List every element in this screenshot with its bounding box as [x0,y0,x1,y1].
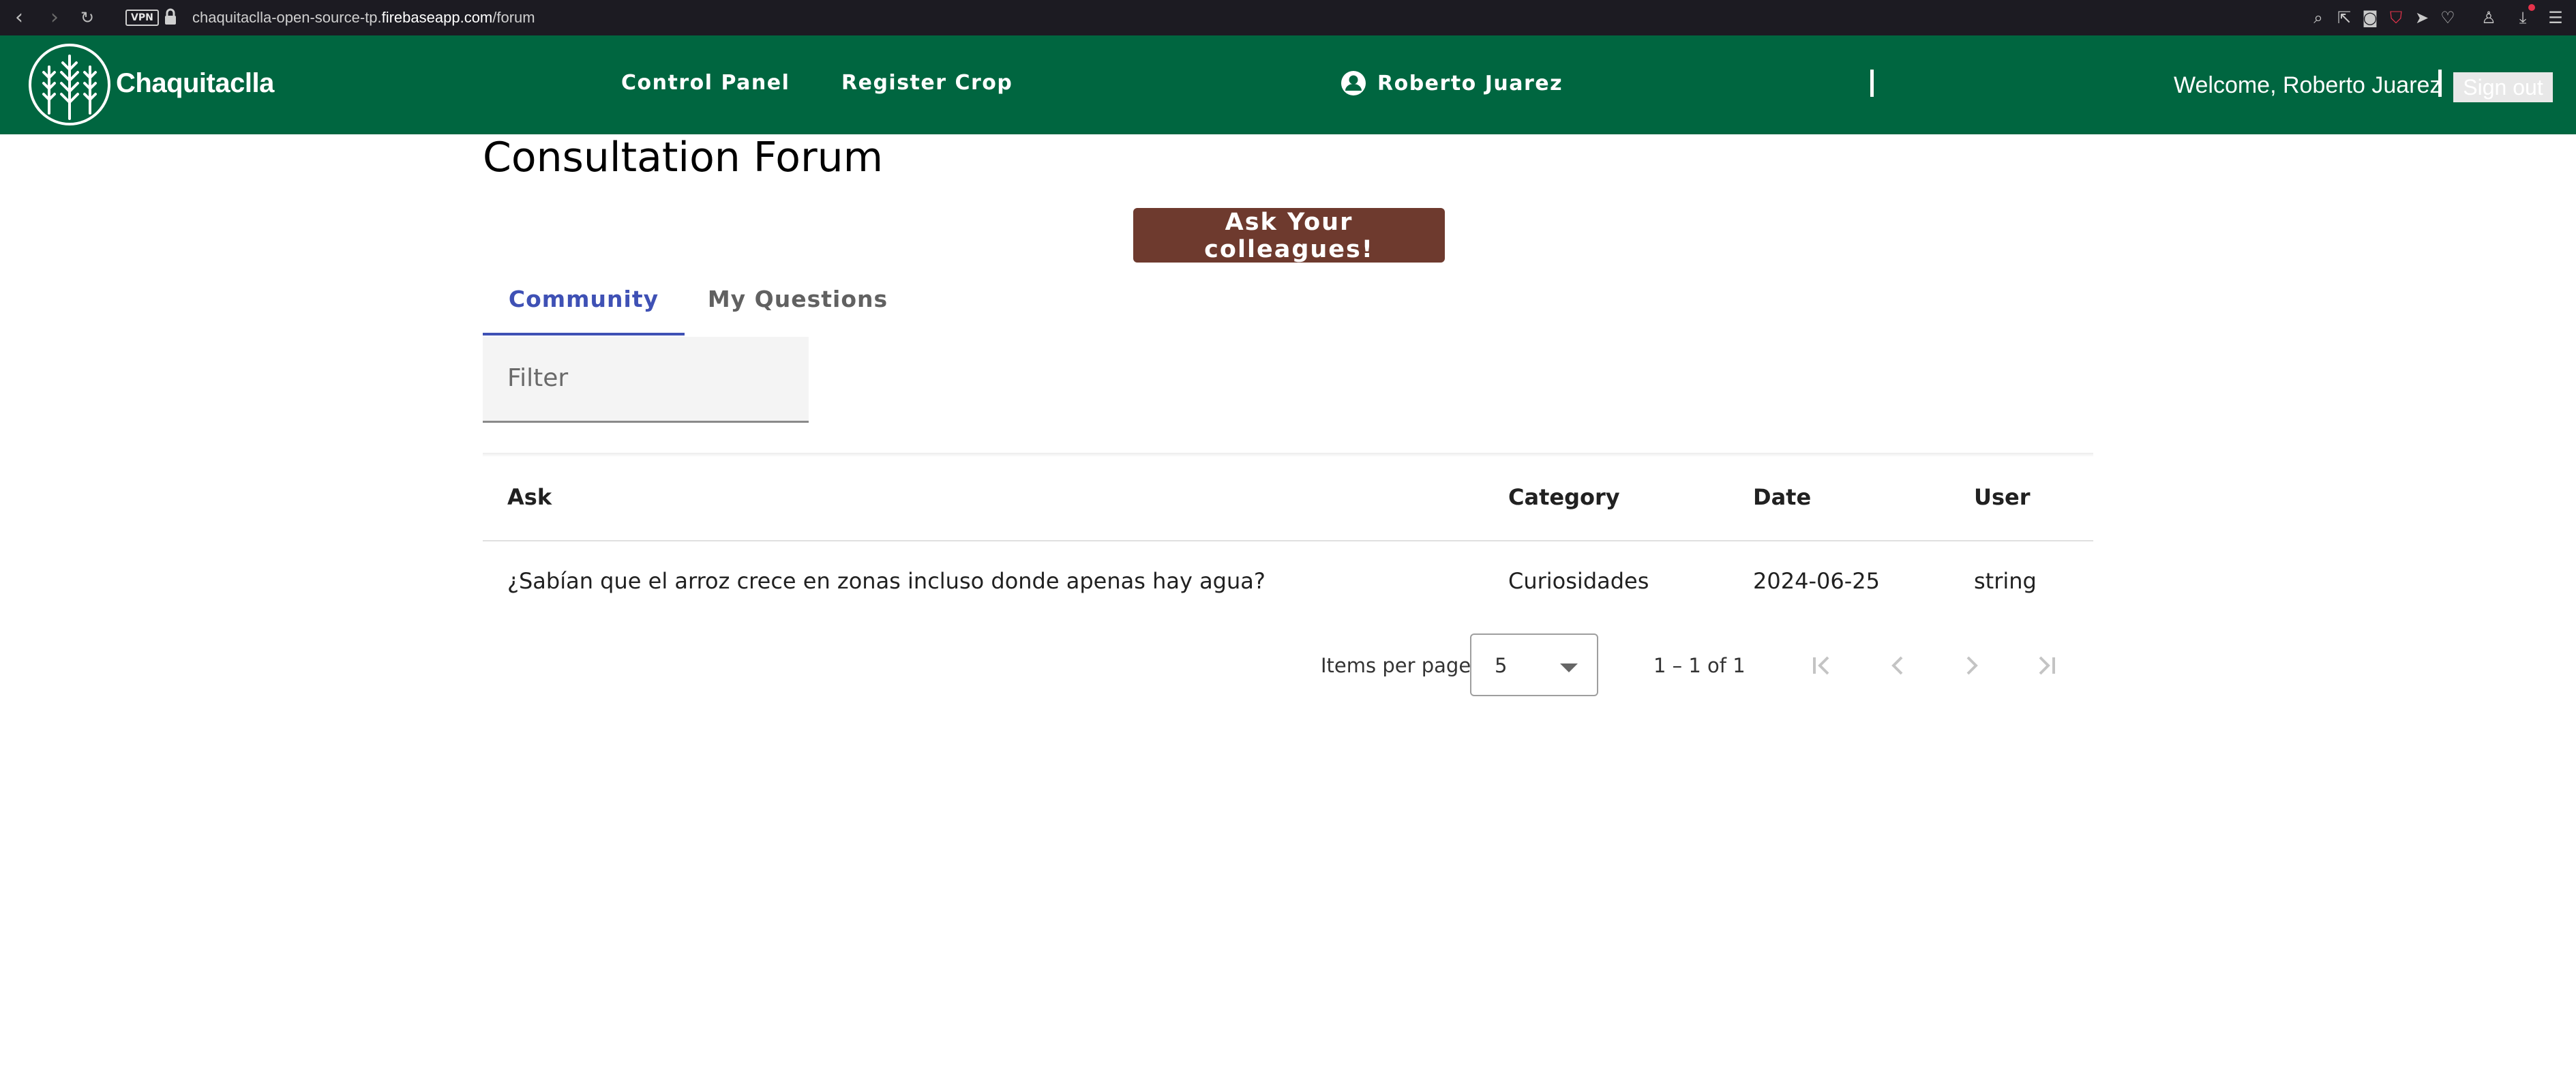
wheat-logo-icon[interactable] [27,42,112,127]
column-header-date[interactable]: Date [1753,484,1811,510]
tab-community[interactable]: Community [483,273,685,335]
column-header-ask[interactable]: Ask [507,484,552,510]
header-row-divider [483,540,2093,541]
filter-field[interactable] [483,337,809,423]
cell-category: Curiosidades [1508,568,1649,594]
previous-page-icon[interactable] [1876,644,1919,687]
header-divider [2438,70,2442,97]
nav-register-crop[interactable]: Register Crop [841,71,1013,95]
first-page-icon[interactable] [1801,644,1844,687]
user-profile-link[interactable]: Roberto Juarez [1341,68,1563,98]
profile-icon[interactable]: ♙ [2478,7,2500,29]
items-per-page-label: Items per page: [1321,654,1478,677]
url-prefix: chaquitaclla-open-source-tp. [192,9,382,26]
cell-date: 2024-06-25 [1753,568,1880,594]
next-page-icon[interactable] [1950,644,1994,687]
page-title: Consultation Forum [483,134,884,181]
user-circle-icon [1341,71,1366,95]
url-host: firebaseapp.com [381,9,493,26]
shield-icon[interactable]: ⛉ [2385,7,2407,29]
cell-ask: ¿Sabían que el arroz crece en zonas incl… [507,568,1265,594]
send-icon[interactable]: ➤ [2411,7,2433,29]
last-page-icon[interactable] [2024,644,2067,687]
filter-input[interactable] [507,357,794,398]
reload-icon[interactable]: ↻ [75,5,100,30]
vpn-badge[interactable]: VPN [125,10,159,26]
menu-icon[interactable]: ☰ [2545,7,2566,29]
heart-icon[interactable]: ♡ [2437,7,2459,29]
cell-user: string [1974,568,2037,594]
forward-icon[interactable]: › [42,5,67,30]
welcome-text: Welcome, Roberto Juarez [2174,72,2442,98]
table-top-edge [483,453,2093,457]
lock-icon [165,8,176,25]
column-header-user[interactable]: User [1974,484,2031,510]
nav-control-panel[interactable]: Control Panel [621,71,790,95]
address-bar[interactable]: chaquitaclla-open-source-tp.firebaseapp.… [192,7,535,29]
brand-name[interactable]: Chaquitaclla [116,68,274,99]
page-range-label: 1 – 1 of 1 [1653,654,1746,677]
header-divider [1870,70,1874,97]
items-per-page-select[interactable]: 5 [1470,633,1598,696]
back-icon[interactable]: ‹ [7,5,31,30]
share-icon[interactable]: ⇱ [2333,7,2355,29]
ask-colleagues-button[interactable]: Ask Your colleagues! [1133,208,1445,263]
sign-out-button[interactable]: Sign out [2453,72,2553,102]
camera-icon[interactable]: ◙ [2359,7,2381,29]
app-header: Chaquitaclla Control Panel Register Crop… [0,35,2576,134]
items-per-page-value: 5 [1495,654,1508,677]
notification-dot [2528,4,2535,11]
url-path: /forum [492,9,535,26]
column-header-category[interactable]: Category [1508,484,1620,510]
chevron-down-icon [1560,663,1578,672]
tab-my-questions[interactable]: My Questions [685,273,911,335]
user-name: Roberto Juarez [1377,71,1563,95]
browser-toolbar: ‹ › ↻ VPN chaquitaclla-open-source-tp.fi… [0,0,2576,35]
zoom-icon[interactable]: ⌕ [2307,7,2329,29]
